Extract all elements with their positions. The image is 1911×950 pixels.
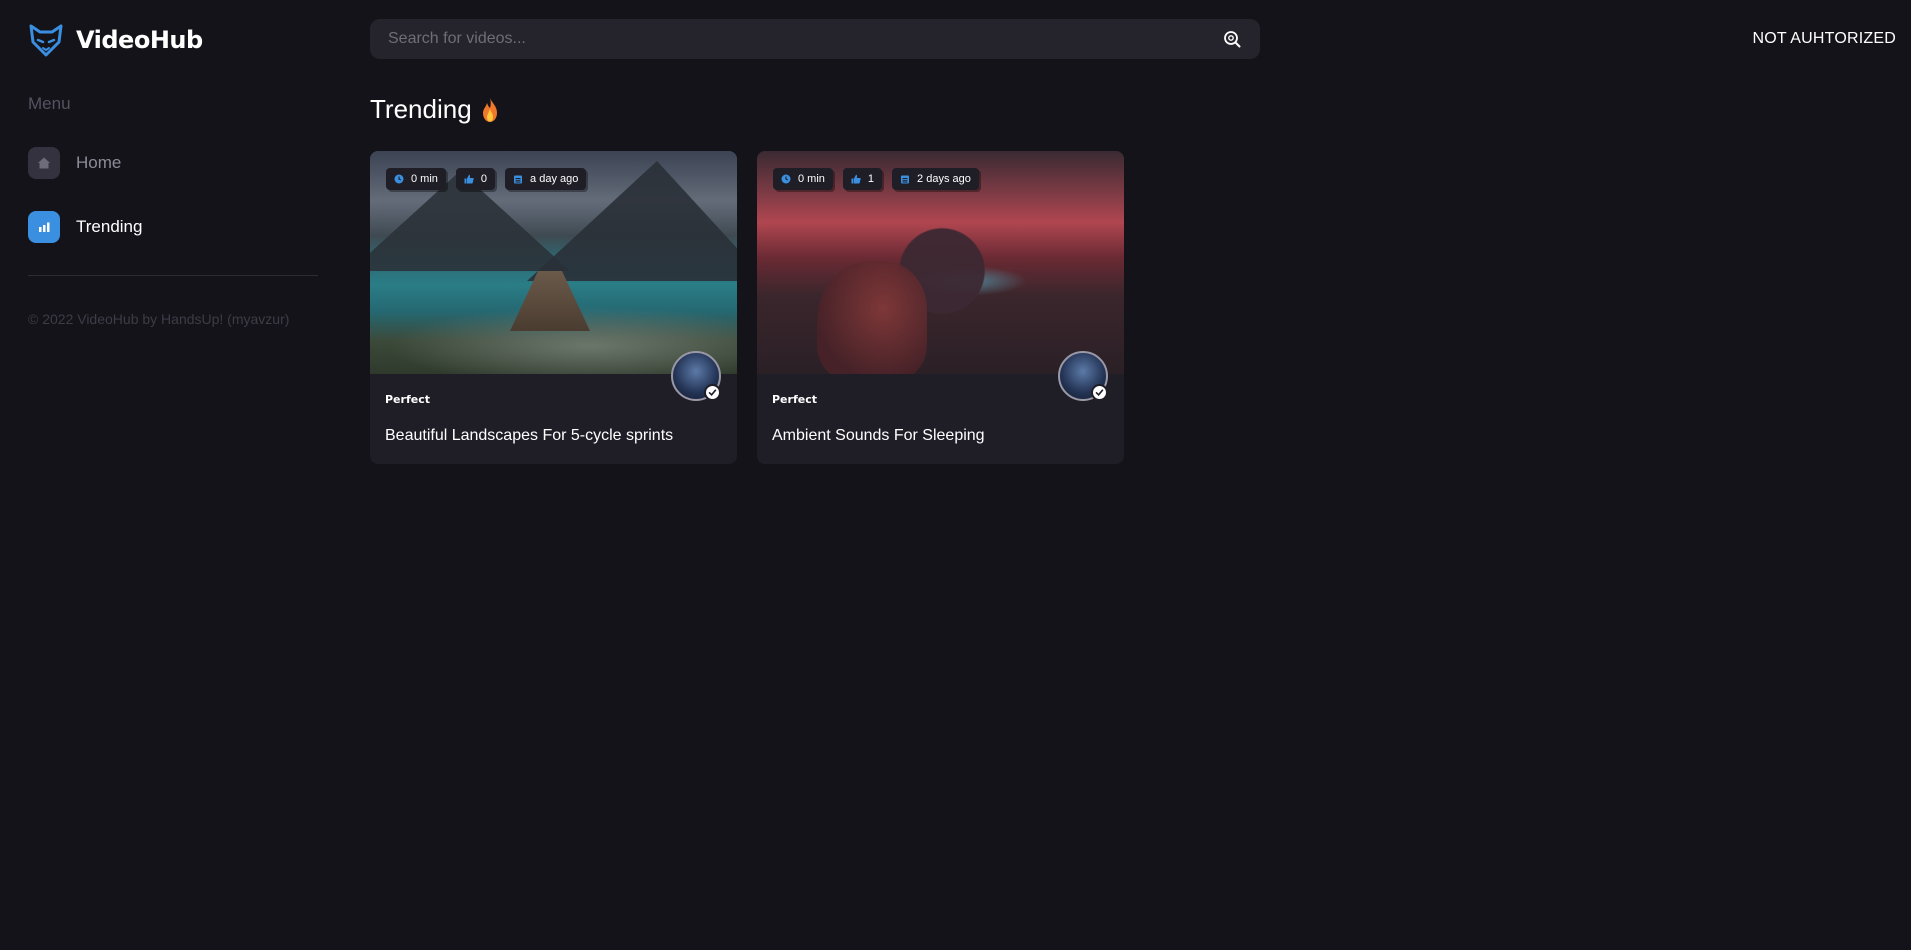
date-badge: 2 days ago: [892, 168, 979, 190]
duration-badge: 0 min: [773, 168, 833, 190]
likes-badge: 1: [842, 168, 883, 190]
date-value: 2 days ago: [917, 173, 971, 185]
sidebar-item-trending[interactable]: Trending: [28, 211, 142, 243]
sidebar-item-home[interactable]: Home: [28, 147, 121, 179]
video-badges: 0 min 0 a day ago: [386, 168, 587, 190]
verified-check-icon: [704, 384, 721, 401]
thumbs-up-icon: [851, 174, 861, 184]
search-bar: [370, 19, 1260, 59]
bar-chart-icon: [28, 211, 60, 243]
video-title[interactable]: Beautiful Landscapes For 5-cycle sprints: [385, 427, 673, 445]
clock-icon: [394, 174, 404, 184]
clock-icon: [781, 174, 791, 184]
video-category: Perfect: [772, 393, 817, 406]
fire-icon: [482, 97, 497, 122]
duration-value: 0 min: [798, 173, 825, 185]
thumbnail-art: [817, 261, 927, 374]
video-title[interactable]: Ambient Sounds For Sleeping: [772, 427, 985, 445]
thumbs-up-icon: [464, 174, 474, 184]
author-avatar[interactable]: [1058, 351, 1108, 401]
verified-check-icon: [1091, 384, 1108, 401]
video-thumbnail[interactable]: 0 min 0 a day ago: [370, 151, 737, 374]
video-category: Perfect: [385, 393, 430, 406]
likes-value: 1: [867, 173, 875, 185]
footer-copyright: © 2022 VideoHub by HandsUp! (myavzur): [28, 311, 290, 327]
video-badges: 0 min 1 2 days ago: [773, 168, 979, 190]
sidebar-item-label: Home: [76, 153, 122, 172]
logo[interactable]: VideoHub: [28, 22, 203, 58]
sidebar-item-label: Trending: [76, 217, 143, 236]
app-name: VideoHub: [76, 26, 203, 54]
likes-badge: 0: [455, 168, 496, 190]
duration-value: 0 min: [411, 173, 438, 185]
author-avatar[interactable]: [671, 351, 721, 401]
page-title-text: Trending: [370, 94, 472, 124]
duration-badge: 0 min: [386, 168, 446, 190]
menu-heading: Menu: [28, 94, 71, 113]
sidebar-divider: [28, 275, 318, 276]
fox-icon: [29, 24, 63, 57]
date-badge: a day ago: [505, 168, 587, 190]
date-value: a day ago: [530, 173, 579, 185]
auth-status[interactable]: NOT AUHTORIZED: [1752, 30, 1896, 48]
app-root: VideoHub Menu Home Trending © 2022 Video…: [0, 0, 1911, 950]
video-card[interactable]: 0 min 1 2 days ago Perfect Ambient Sound…: [757, 151, 1124, 464]
video-thumbnail[interactable]: 0 min 1 2 days ago: [757, 151, 1124, 374]
video-card[interactable]: 0 min 0 a day ago Perfect Beautiful Land…: [370, 151, 737, 464]
search-input[interactable]: [388, 30, 1222, 48]
page-title: Trending: [370, 94, 500, 125]
home-icon: [28, 147, 60, 179]
calendar-icon: [513, 174, 523, 184]
calendar-icon: [900, 174, 910, 184]
search-icon[interactable]: [1222, 29, 1242, 49]
likes-value: 0: [480, 173, 488, 185]
